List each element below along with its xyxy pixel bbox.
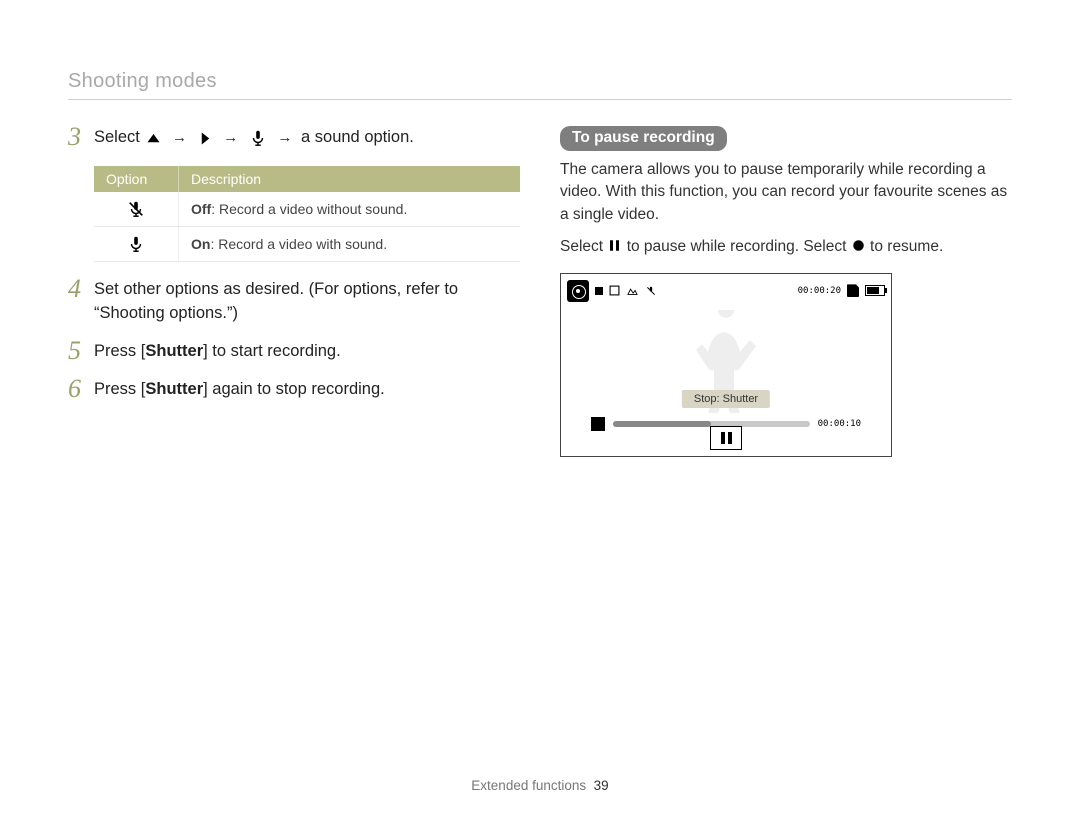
opt-on-bold: On [191,236,210,252]
th-description: Description [179,166,521,192]
stop-button-icon [591,417,605,431]
right-column: To pause recording The camera allows you… [560,126,1012,457]
step-number: 5 [68,338,94,364]
battery-icon [865,285,885,296]
paragraph: Select to pause while recording. Select … [560,236,1012,258]
s6-pre: Press [ [94,380,145,398]
arrow-icon: → [277,127,292,149]
scene-icon [626,284,639,297]
progress-time: 00:00:10 [818,419,861,429]
opt-on-text: : Record a video with sound. [210,236,387,252]
mode-face-icon [567,280,589,302]
step-6-text: Press [Shutter] again to stop recording. [94,378,385,402]
stop-shutter-label: Stop: Shutter [682,390,770,408]
s6-bold: Shutter [145,380,203,398]
left-column: 3 Select → → → a sound option. [68,126,520,457]
step-3-text: Select → → → a sound option. [94,126,414,152]
step3-tail: a sound option. [301,128,414,146]
table-row: On: Record a video with sound. [94,226,520,261]
s5-bold: Shutter [145,342,203,360]
stop-indicator-icon [595,287,603,295]
step-number: 4 [68,276,94,302]
th-option: Option [94,166,179,192]
page-number: 39 [594,778,609,793]
p2-pre: Select [560,238,607,255]
paragraph: The camera allows you to pause temporari… [560,159,1012,226]
step-5-text: Press [Shutter] to start recording. [94,340,341,364]
step-number: 3 [68,124,94,150]
opt-off-bold: Off [191,201,211,217]
s5-post: ] to start recording. [203,342,341,360]
mic-icon [249,128,267,152]
opt-off-text: : Record a video without sound. [211,201,407,217]
table-cell: Off: Record a video without sound. [179,192,521,227]
s6-post: ] again to stop recording. [203,380,385,398]
pause-icon [607,238,626,255]
subheading-pill: To pause recording [560,126,727,151]
sd-card-icon [847,284,859,297]
arrow-icon: → [172,127,187,149]
section-title: Shooting modes [68,70,1012,100]
arrow-icon: → [223,127,238,149]
options-table: Option Description Off: Record a video w… [94,166,520,262]
s5-pre: Press [ [94,342,145,360]
camera-screen-illustration: 00:00:20 Stop: Shutter 00:00:10 [560,273,892,457]
footer-label: Extended functions [471,778,586,793]
step-4-text: Set other options as desired. (For optio… [94,278,520,326]
up-triangle-icon [146,128,161,152]
p2-mid: to pause while recording. Select [627,238,851,255]
page-footer: Extended functions 39 [0,778,1080,793]
record-dot-icon [851,238,870,255]
table-cell: On: Record a video with sound. [179,226,521,261]
p2-post: to resume. [870,238,943,255]
mic-off-icon [127,202,145,218]
elapsed-time: 00:00:20 [798,286,841,296]
table-row: Off: Record a video without sound. [94,192,520,227]
step3-lead: Select [94,128,140,146]
step-number: 6 [68,376,94,402]
focus-bracket-icon [609,285,620,296]
mic-mute-icon [645,285,657,297]
mic-on-icon [127,237,145,253]
pause-button [710,426,742,450]
chevron-right-icon [198,128,213,152]
